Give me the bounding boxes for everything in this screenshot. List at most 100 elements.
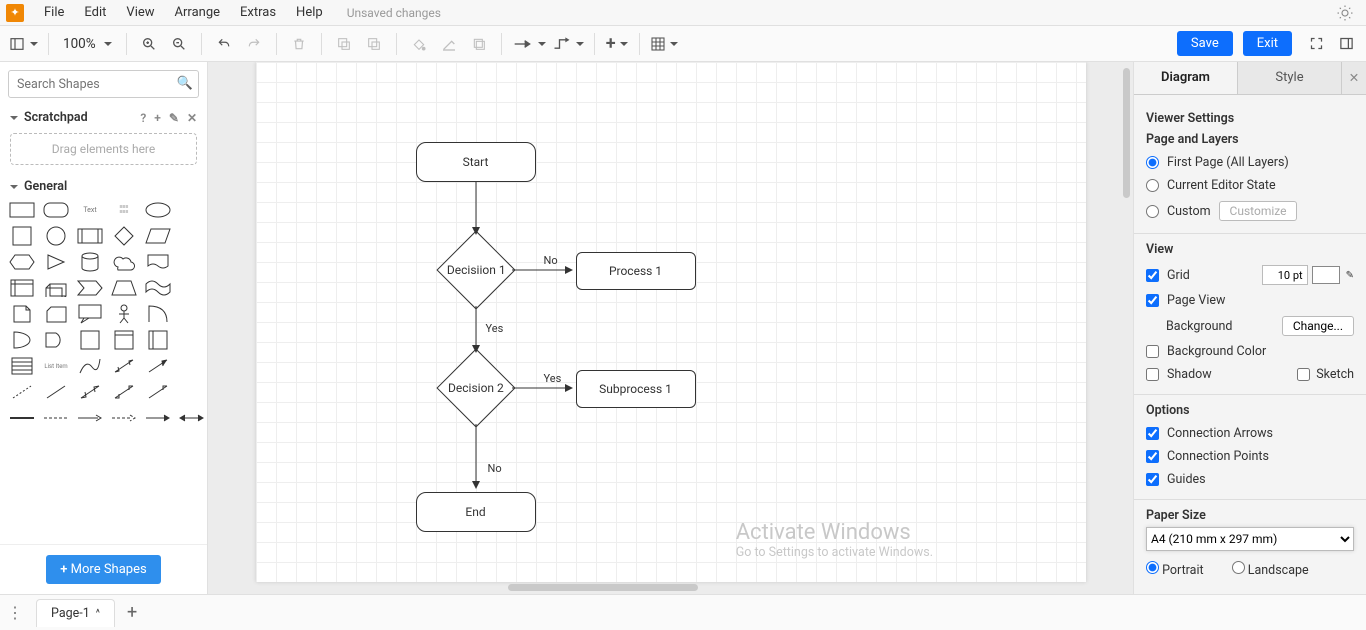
connection-style-icon[interactable] [512, 31, 546, 57]
shape-actor[interactable] [110, 304, 138, 324]
search-icon[interactable]: 🔍 [177, 76, 193, 91]
paper-size-select[interactable]: A4 (210 mm x 297 mm) [1146, 527, 1354, 551]
checkbox-sketch[interactable] [1297, 368, 1310, 381]
pencil-icon[interactable]: ✎ [1346, 270, 1354, 281]
checkbox-guides[interactable] [1146, 473, 1159, 486]
shape-blank7[interactable] [178, 356, 206, 376]
shape-rect[interactable] [8, 200, 36, 220]
shape-line[interactable] [42, 382, 70, 402]
theme-icon[interactable] [1336, 4, 1354, 22]
shape-hexagon[interactable] [8, 252, 36, 272]
tab-diagram[interactable]: Diagram [1134, 62, 1238, 94]
close-icon[interactable]: ✕ [187, 111, 197, 125]
shape-link[interactable] [8, 408, 36, 428]
add-icon[interactable]: + [154, 111, 161, 125]
shape-thin-biarr[interactable] [110, 382, 138, 402]
shape-dashline[interactable] [8, 382, 36, 402]
shape-biarr2[interactable] [76, 382, 104, 402]
shape-blank2[interactable] [178, 226, 206, 246]
radio-landscape[interactable] [1232, 561, 1245, 574]
shape-process[interactable] [76, 226, 104, 246]
exit-button[interactable]: Exit [1243, 31, 1292, 56]
shape-thin-arr[interactable] [144, 382, 172, 402]
menu-view[interactable]: View [116, 1, 164, 24]
menu-file[interactable]: File [34, 1, 74, 24]
shape-tape[interactable] [144, 278, 172, 298]
shape-document[interactable] [144, 252, 172, 272]
shape-blank8[interactable] [178, 382, 206, 402]
close-panel-icon[interactable]: ✕ [1342, 62, 1366, 94]
chevron-down-icon[interactable] [10, 185, 18, 193]
shape-blank4[interactable] [178, 278, 206, 298]
shape-cloud[interactable] [110, 252, 138, 272]
shape-listitem[interactable]: List Item [42, 356, 70, 376]
shape-note[interactable] [8, 304, 36, 324]
waypoint-style-icon[interactable] [552, 31, 584, 57]
horizontal-scrollbar[interactable] [508, 584, 698, 591]
table-icon[interactable] [650, 31, 678, 57]
menu-edit[interactable]: Edit [74, 1, 116, 24]
fullscreen-icon[interactable] [1304, 31, 1328, 57]
shape-text[interactable]: Text [76, 200, 104, 220]
fill-icon[interactable] [407, 31, 431, 57]
checkbox-shadow[interactable] [1146, 368, 1159, 381]
page-tab-1[interactable]: Page-1^ [36, 599, 115, 627]
checkbox-bgcolor[interactable] [1146, 345, 1159, 358]
insert-icon[interactable]: + [605, 31, 629, 57]
chevron-down-icon[interactable] [10, 116, 18, 124]
canvas[interactable]: Start Decisiion 1 Process 1 Decision 2 S… [208, 62, 1134, 594]
node-decision-2[interactable]: Decision 2 [436, 348, 515, 427]
vertical-scrollbar[interactable] [1123, 68, 1130, 198]
grid-size-input[interactable] [1262, 265, 1308, 285]
shape-curve2[interactable] [76, 356, 104, 376]
shape-arrlink4[interactable] [178, 408, 206, 428]
checkbox-grid[interactable] [1146, 269, 1159, 282]
zoom-in-icon[interactable] [137, 31, 161, 57]
save-button[interactable]: Save [1177, 31, 1233, 56]
more-shapes-button[interactable]: + More Shapes [46, 555, 160, 584]
node-process-1[interactable]: Process 1 [576, 252, 696, 290]
menu-arrange[interactable]: Arrange [165, 1, 230, 24]
view-dropdown[interactable] [8, 31, 38, 57]
shape-trapezoid[interactable] [110, 278, 138, 298]
shape-internal[interactable] [8, 278, 36, 298]
zoom-level[interactable]: 100% [59, 36, 116, 52]
help-icon[interactable]: ? [140, 111, 146, 125]
shape-biarrow[interactable] [110, 356, 138, 376]
shape-textbox[interactable]: ≡≡≡≡≡≡ [110, 200, 138, 220]
redo-icon[interactable] [242, 31, 266, 57]
shape-callout[interactable] [76, 304, 104, 324]
menu-help[interactable]: Help [286, 1, 333, 24]
shape-container[interactable] [76, 330, 104, 350]
to-back-icon[interactable] [362, 31, 386, 57]
shape-dashlink[interactable] [42, 408, 70, 428]
shape-card[interactable] [42, 304, 70, 324]
drawing-page[interactable]: Start Decisiion 1 Process 1 Decision 2 S… [256, 62, 1086, 582]
shape-cube[interactable] [42, 278, 70, 298]
shape-blank5[interactable] [178, 304, 206, 324]
shape-square[interactable] [8, 226, 36, 246]
shape-or[interactable] [8, 330, 36, 350]
shape-arrlink2[interactable] [110, 408, 138, 428]
radio-custom[interactable] [1146, 205, 1159, 218]
shape-blank3[interactable] [178, 252, 206, 272]
node-end[interactable]: End [416, 492, 536, 532]
shape-and[interactable] [42, 330, 70, 350]
add-page-icon[interactable]: + [127, 602, 137, 623]
shape-diamond[interactable] [110, 226, 138, 246]
tab-style[interactable]: Style [1238, 62, 1342, 94]
chevron-up-icon[interactable]: ^ [96, 608, 100, 619]
to-front-icon[interactable] [332, 31, 356, 57]
checkbox-conn-points[interactable] [1146, 450, 1159, 463]
shape-curve[interactable] [144, 304, 172, 324]
change-bg-button[interactable]: Change... [1282, 316, 1354, 336]
checkbox-conn-arrows[interactable] [1146, 427, 1159, 440]
shape-step[interactable] [76, 278, 104, 298]
shape-ellipse[interactable] [144, 200, 172, 220]
shape-parallelogram[interactable] [144, 226, 172, 246]
zoom-out-icon[interactable] [167, 31, 191, 57]
format-panel-toggle-icon[interactable] [1334, 31, 1358, 57]
menu-extras[interactable]: Extras [230, 1, 286, 24]
scratchpad-dropzone[interactable]: Drag elements here [10, 133, 197, 165]
radio-first-page[interactable] [1146, 156, 1159, 169]
